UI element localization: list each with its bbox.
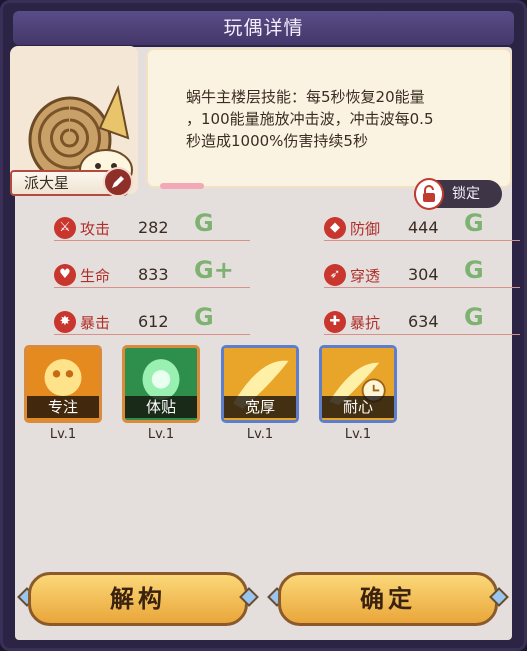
stat-pierce: ➶ 穿透 304 G [324, 256, 520, 288]
stat-label: 穿透 [350, 267, 381, 285]
window-title: 玩偶详情 [13, 11, 514, 45]
shield-icon: ◆ [324, 217, 346, 239]
stat-label: 攻击 [80, 220, 111, 238]
padlock-icon [414, 178, 444, 210]
grade-badge: G [464, 303, 484, 331]
stat-label: 暴抗 [350, 314, 381, 332]
stat-label: 防御 [350, 220, 381, 238]
confirm-button[interactable]: 确定 [278, 572, 498, 626]
dismantle-button[interactable]: 解构 [28, 572, 248, 626]
pencil-icon [112, 176, 124, 188]
grade-badge: G [194, 209, 214, 237]
desc-accent-bar [160, 183, 204, 189]
stat-value: 444 [408, 218, 439, 237]
grade-badge: G [464, 256, 484, 284]
stat-defense: ◆ 防御 444 G [324, 209, 520, 241]
stat-attack: ⚔ 攻击 282 G [54, 209, 250, 241]
skill-name: 专注 [27, 396, 99, 418]
skill-caring[interactable]: 体贴 [122, 345, 200, 423]
skill-description: 蜗牛主楼层技能：每5秒恢复20能量 ，100能量施放冲击波，冲击波每0.5 秒造… [146, 48, 512, 188]
desc-line: ，100能量施放冲击波，冲击波每0.5 [186, 110, 434, 128]
grade-badge: G+ [194, 256, 234, 284]
desc-line: 蜗牛主楼层技能：每5秒恢复20能量 [186, 88, 425, 106]
skill-level: Lv.1 [246, 427, 274, 442]
sword-icon: ⚔ [54, 217, 76, 239]
skill-name: 耐心 [322, 396, 394, 418]
stat-value: 612 [138, 312, 169, 331]
heart-icon: ♥ [54, 264, 76, 286]
skill-patience[interactable]: 耐心 [319, 345, 397, 423]
pierce-icon: ➶ [324, 264, 346, 286]
stat-value: 833 [138, 265, 169, 284]
stat-health: ♥ 生命 833 G+ [54, 256, 250, 288]
skill-focus[interactable]: 专注 [24, 345, 102, 423]
stat-value: 634 [408, 312, 439, 331]
stat-value: 282 [138, 218, 169, 237]
crit-resist-icon: ✚ [324, 311, 346, 333]
rename-button[interactable] [103, 167, 133, 197]
stat-label: 生命 [80, 267, 111, 285]
skill-name: 体贴 [125, 396, 197, 418]
skill-level: Lv.1 [147, 427, 175, 442]
stat-crit-resist: ✚ 暴抗 634 G [324, 303, 520, 335]
skill-level: Lv.1 [344, 427, 372, 442]
skill-name: 宽厚 [224, 396, 296, 418]
desc-line: 秒造成1000%伤害持续5秒 [186, 132, 368, 150]
skill-level: Lv.1 [49, 427, 77, 442]
crit-icon: ✸ [54, 311, 76, 333]
stat-value: 304 [408, 265, 439, 284]
stat-label: 暴击 [80, 314, 111, 332]
grade-badge: G [194, 303, 214, 331]
stat-crit: ✸ 暴击 612 G [54, 303, 250, 335]
grade-badge: G [464, 209, 484, 237]
skill-generous[interactable]: 宽厚 [221, 345, 299, 423]
